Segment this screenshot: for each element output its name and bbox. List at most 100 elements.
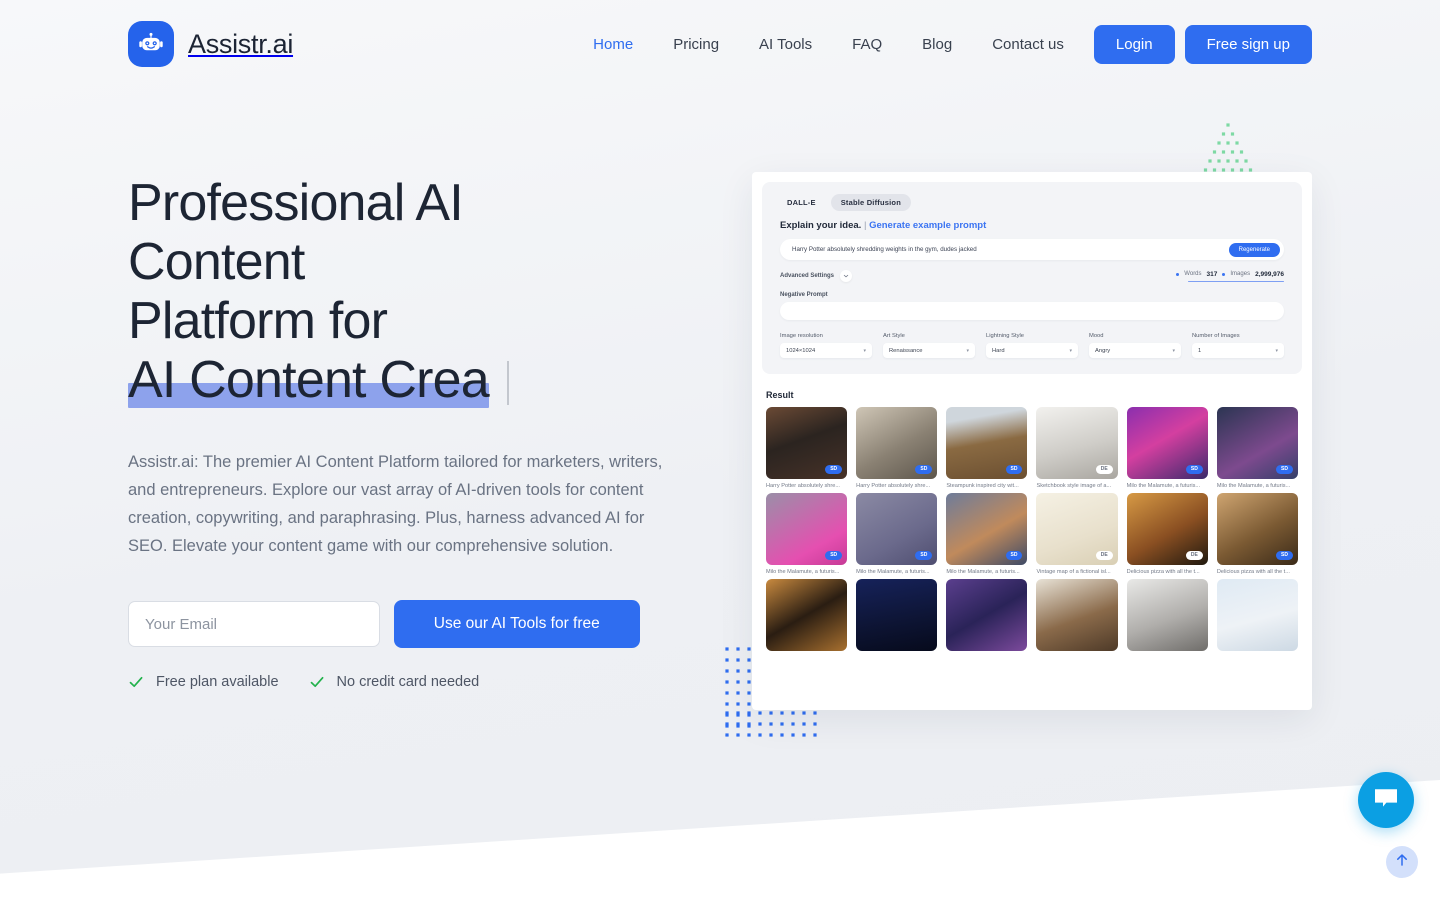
landing-page: Assistr.ai Home Pricing AI Tools FAQ Blo… [0,0,1440,900]
result-caption: Milo the Malamute, a futuris... [946,569,1020,575]
result-thumbnail[interactable]: DE [1036,407,1118,479]
result-card[interactable]: SD Harry Potter absolutely shre... [856,407,938,489]
result-card[interactable]: SD Harry Potter absolutely shre... [766,407,848,489]
signup-form: Use our AI Tools for free [128,600,640,648]
result-card[interactable]: DE Sketchbook style image of a... [1036,407,1118,489]
result-thumbnail[interactable] [856,579,938,651]
scroll-to-top-button[interactable] [1386,846,1418,878]
negative-prompt-input[interactable] [780,302,1284,320]
tab-stable-diffusion[interactable]: Stable Diffusion [830,194,911,211]
select-control[interactable]: 1 ▾ [1192,343,1284,358]
result-image-grid: SD Harry Potter absolutely shre... SD Harry… [766,407,1298,651]
perk-label: No credit card needed [336,674,480,690]
advanced-settings-toggle[interactable]: Advanced Settings [780,270,853,282]
select-control[interactable]: Hard ▾ [986,343,1078,358]
prompt-input-value[interactable]: Harry Potter absolutely shredding weight… [792,246,1229,253]
advanced-settings-row: Advanced Settings Words 317 Images 2,999… [780,270,1284,282]
result-card[interactable]: SD Milo the Malamute, a futuris... [946,493,1028,575]
select-control[interactable]: Renaissance ▾ [883,343,975,358]
perk-no-credit-card: No credit card needed [309,674,480,690]
result-card[interactable] [946,579,1028,651]
nav-item-contact-us[interactable]: Contact us [972,26,1084,63]
engine-badge: DE [1095,465,1113,474]
result-thumbnail[interactable]: SD [856,407,938,479]
select-control[interactable]: 1024×1024 ▾ [780,343,872,358]
nav-item-ai-tools[interactable]: AI Tools [739,26,832,63]
result-caption: Sketchbook style image of a... [1036,483,1112,489]
result-card[interactable]: SD Delicious pizza with all the t... [1216,493,1298,575]
perks-list: Free plan available No credit card neede… [128,674,640,690]
nav-item-faq[interactable]: FAQ [832,26,902,63]
result-thumbnail[interactable] [1126,579,1208,651]
engine-badge: SD [825,551,843,560]
result-card[interactable] [1036,579,1118,651]
hero-subtitle: Assistr.ai: The premier AI Content Platf… [128,453,663,555]
tab-dall-e[interactable]: DALL-E [780,194,823,211]
result-thumbnail[interactable]: DE [1126,493,1208,565]
stats-underline [1188,280,1284,282]
result-thumbnail[interactable]: SD [946,493,1028,565]
nav-item-pricing[interactable]: Pricing [653,26,739,63]
free-signup-button[interactable]: Free sign up [1184,24,1312,64]
arrow-up-icon [1394,852,1410,873]
result-card[interactable]: DE Vintage map of a fictional isl... [1036,493,1118,575]
nav-item-blog[interactable]: Blog [902,26,972,63]
generate-example-prompt-link[interactable]: Generate example prompt [869,220,986,231]
login-button[interactable]: Login [1093,24,1175,64]
select-value: Renaissance [889,347,923,354]
brand-name: Assistr.ai [188,28,294,59]
result-card[interactable]: SD Milo the Malamute, a futuris... [766,493,848,575]
app-screenshot-panel: DALL-E Stable Diffusion Explain your ide… [752,172,1312,710]
stat-words-label: Words [1184,271,1202,277]
select-image-resolution: Image resolution 1024×1024 ▾ [780,333,872,358]
result-caption: Harry Potter absolutely shre... [856,483,931,489]
perk-label: Free plan available [156,674,279,690]
result-card[interactable] [1126,579,1208,651]
result-thumbnail[interactable]: SD [946,407,1028,479]
result-thumbnail[interactable]: SD [766,407,848,479]
typing-caret [506,361,509,405]
prompt-input-row[interactable]: Harry Potter absolutely shredding weight… [780,239,1284,260]
nav-item-home[interactable]: Home [573,26,653,63]
result-thumbnail[interactable] [946,579,1028,651]
result-thumbnail[interactable] [1216,579,1298,651]
brand-logo-link[interactable]: Assistr.ai [128,21,293,67]
result-thumbnail[interactable]: SD [1126,407,1208,479]
result-thumbnail[interactable]: SD [1216,407,1298,479]
select-mood: Mood Angry ▾ [1089,333,1181,358]
select-value: 1024×1024 [786,347,816,354]
result-thumbnail[interactable]: SD [766,493,848,565]
engine-badge: SD [1005,551,1023,560]
result-card[interactable]: SD Milo the Malamute, a futuris... [1216,407,1298,489]
result-card[interactable]: SD Milo the Malamute, a futuris... [1126,407,1208,489]
stat-dot-icon [1176,272,1180,276]
result-thumbnail[interactable]: SD [1216,493,1298,565]
result-thumbnail[interactable]: DE [1036,493,1118,565]
result-caption: Harry Potter absolutely shre... [766,483,840,489]
result-card[interactable] [856,579,938,651]
result-thumbnail[interactable] [766,579,848,651]
generator-controls: DALL-E Stable Diffusion Explain your ide… [762,182,1302,374]
result-caption: Vintage map of a fictional isl... [1036,569,1111,575]
engine-badge: DE [1185,551,1203,560]
result-caption: Milo the Malamute, a futuris... [766,569,840,575]
engine-badge: SD [1185,465,1203,474]
chat-widget-button[interactable] [1358,772,1414,828]
stat-images-value: 2,999,976 [1255,270,1284,278]
result-card[interactable]: DE Delicious pizza with all the t... [1126,493,1208,575]
result-card[interactable] [766,579,848,651]
engine-badge: SD [1276,465,1293,474]
chevron-down-icon[interactable] [840,270,853,282]
select-control[interactable]: Angry ▾ [1089,343,1181,358]
result-card[interactable] [1216,579,1298,651]
use-ai-tools-button[interactable]: Use our AI Tools for free [393,600,640,648]
result-thumbnail[interactable] [1036,579,1118,651]
email-input[interactable] [128,601,380,647]
result-thumbnail[interactable]: SD [856,493,938,565]
result-heading: Result [766,390,794,400]
stat-words-value: 317 [1206,270,1218,278]
chevron-down-icon: ▾ [1172,347,1175,354]
result-card[interactable]: SD Steampunk inspired city wit... [946,407,1028,489]
result-card[interactable]: SD Milo the Malamute, a futuris... [856,493,938,575]
regenerate-button[interactable]: Regenerate [1228,242,1280,257]
